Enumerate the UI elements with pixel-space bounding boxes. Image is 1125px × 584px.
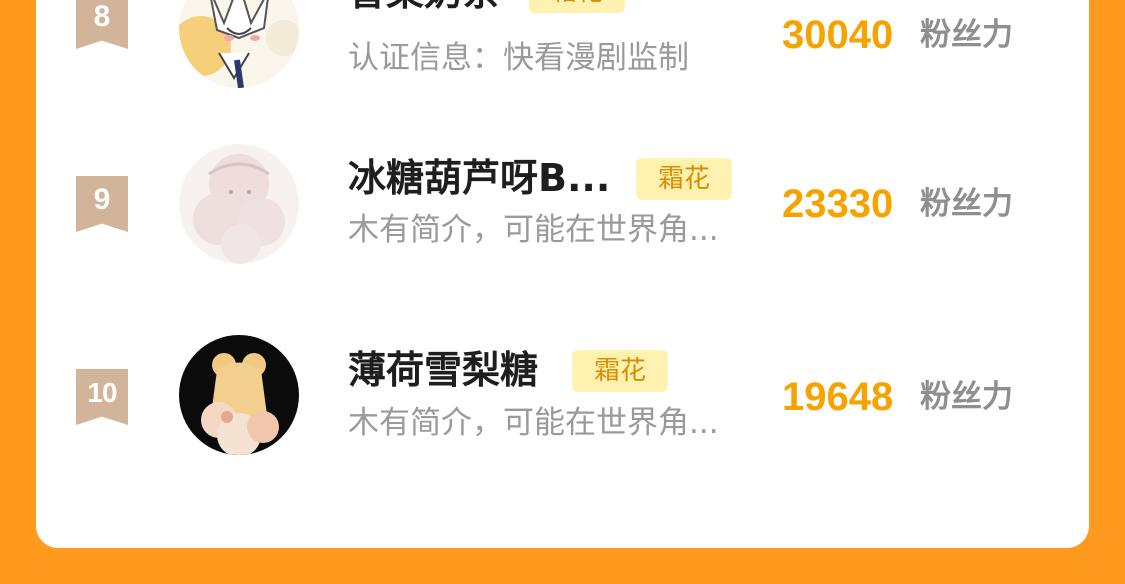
avatar[interactable] <box>179 0 299 88</box>
level-badge: 霜花 <box>572 350 669 392</box>
user-name: 香菜奶茶 <box>348 0 500 16</box>
rank-number: 9 <box>93 183 111 216</box>
user-name: 薄荷雪梨糖 <box>348 348 539 392</box>
rank-number: 10 <box>87 377 117 408</box>
avatar[interactable] <box>179 144 299 264</box>
fan-score-unit: 粉丝力 <box>920 186 1013 222</box>
fan-score: 19648 <box>782 375 894 419</box>
level-badge: 霜花 <box>636 158 733 200</box>
fan-score: 30040 <box>782 13 894 57</box>
list-item[interactable]: 8 香菜奶茶 霜花 认证信息：快看漫剧监制 30040 粉丝力 <box>36 0 1089 120</box>
list-item[interactable]: 9 冰糖葫芦呀B... 霜花 木有简介，可能在世界角... 23330 粉丝力 <box>36 144 1089 294</box>
fan-score-unit: 粉丝力 <box>920 379 1013 415</box>
fan-score-unit: 粉丝力 <box>920 17 1013 53</box>
user-description: 木有简介，可能在世界角... <box>348 405 719 441</box>
fan-score: 23330 <box>782 182 894 226</box>
list-item[interactable]: 10 薄荷雪梨糖 霜花 木有简介，可能在世界角... 19648 粉丝力 <box>36 335 1089 485</box>
level-badge: 霜花 <box>529 0 626 13</box>
rank-ribbon-icon: 10 <box>76 369 128 425</box>
avatar[interactable] <box>179 335 299 455</box>
rank-ribbon-icon: 8 <box>76 0 128 49</box>
rank-number: 8 <box>93 0 111 33</box>
rank-ribbon-icon: 9 <box>76 176 128 232</box>
user-name: 冰糖葫芦呀B... <box>348 156 611 200</box>
user-description: 认证信息：快看漫剧监制 <box>348 40 689 76</box>
user-description: 木有简介，可能在世界角... <box>348 212 719 248</box>
leaderboard-card: 8 香菜奶茶 霜花 认证信息：快看漫剧监制 30040 粉丝力 9 <box>36 0 1089 548</box>
